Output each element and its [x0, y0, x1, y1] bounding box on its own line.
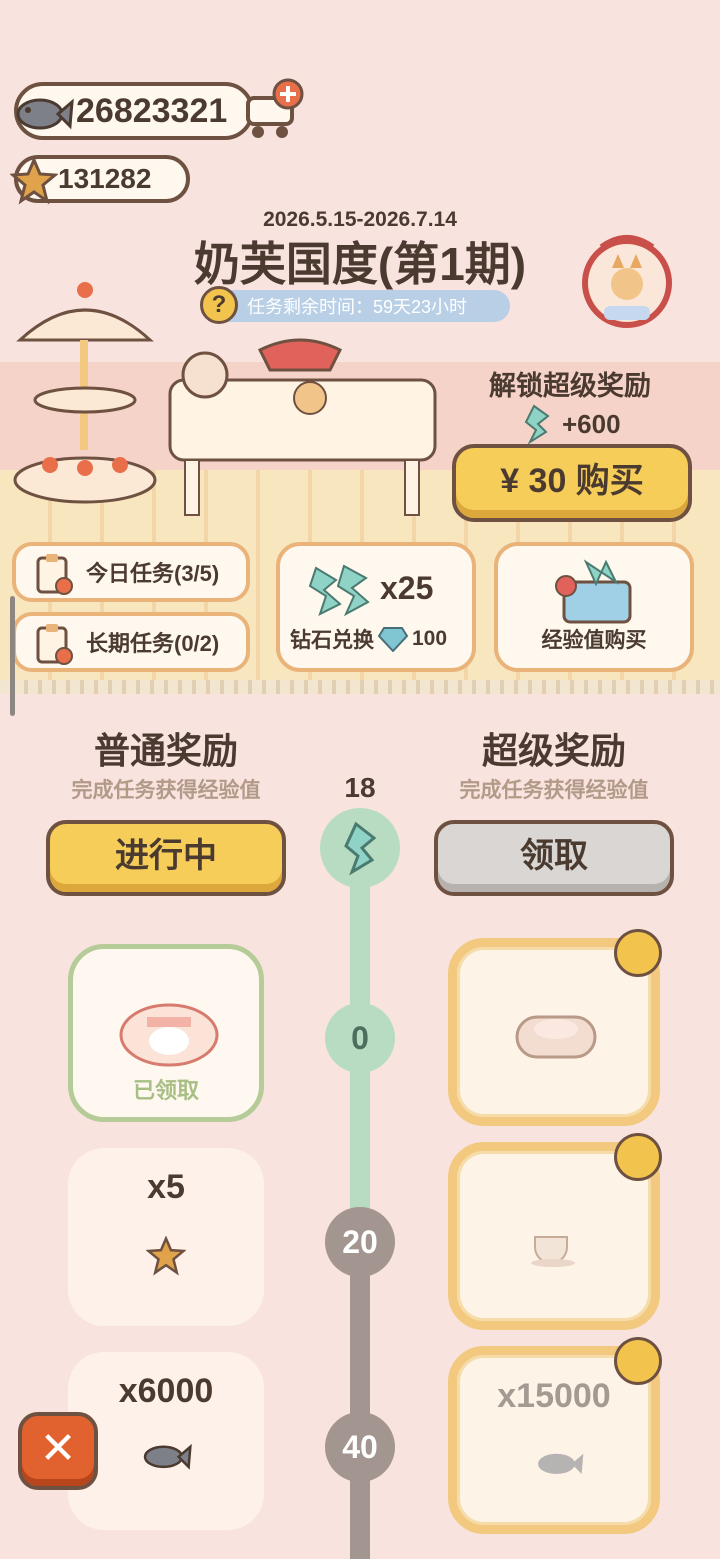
level-node: 20: [325, 1207, 395, 1277]
clipboard-icon: [36, 624, 73, 665]
cat-mascot-icon: [582, 235, 672, 328]
exp-purchase-label: 经验值购买: [541, 629, 647, 652]
star-currency-pill: 131282: [10, 155, 190, 205]
exp-purchase-card[interactable]: 经验值购买: [494, 542, 694, 672]
cat-bed-icon: [515, 1015, 597, 1059]
shop-cart-icon[interactable]: [242, 76, 306, 142]
long-tasks-label: 长期任务(0/2): [86, 631, 220, 656]
long-tasks-button[interactable]: 长期任务(0/2): [12, 612, 250, 672]
carousel-cake-decoration: [13, 282, 157, 504]
scroll-indicator[interactable]: [10, 596, 15, 716]
close-button[interactable]: ✕: [18, 1412, 98, 1490]
fish-amount: 26823321: [76, 91, 228, 130]
normal-rewards-subtitle: 完成任务获得经验值: [71, 779, 261, 802]
diamond-exchange-label: 钻石兑换: [290, 629, 374, 652]
super-rewards-title: 超级奖励: [481, 730, 626, 771]
rope-divider: [0, 680, 720, 694]
daily-tasks-label: 今日任务(3/5): [86, 561, 220, 586]
teacup-icon: [531, 1236, 575, 1267]
fish-icon: [143, 1443, 192, 1470]
progress-track-empty: [350, 1230, 370, 1559]
unlock-super-label: 解锁超级奖励: [489, 371, 651, 401]
exp-crystal-icon: [524, 404, 550, 444]
star-icon: [146, 1236, 186, 1276]
fish-icon: [538, 1453, 584, 1474]
diamond-exchange-card[interactable]: x25 钻石兑换 100: [276, 542, 476, 672]
tea-table-decoration: [168, 338, 437, 516]
unlock-exp-amount: +600: [520, 404, 670, 444]
lock-icon: [614, 1337, 662, 1385]
level-node: 0: [325, 1003, 395, 1073]
free-reward-card[interactable]: x5: [68, 1148, 264, 1326]
diamond-icon: [378, 627, 408, 652]
help-button[interactable]: ?: [200, 286, 238, 324]
star-amount: 131282: [58, 163, 152, 194]
level-node: 40: [325, 1412, 395, 1482]
normal-rewards-title: 普通奖励: [93, 730, 238, 771]
exp-crystal-icon: [308, 564, 370, 617]
current-level: 18: [344, 772, 376, 803]
lock-icon: [614, 929, 662, 977]
diamond-exchange-cost: 100: [412, 627, 448, 650]
cat-bed-icon: [119, 1003, 219, 1067]
task-timer: 任务剩余时间：59天23小时: [205, 290, 510, 322]
daily-tasks-button[interactable]: 今日任务(3/5): [12, 542, 250, 602]
lock-icon: [614, 1133, 662, 1181]
fish-currency-pill: 26823321: [14, 82, 254, 140]
reward-count: x15000: [497, 1377, 611, 1415]
super-rewards-subtitle: 完成任务获得经验值: [459, 779, 649, 802]
claimed-label: 已领取: [132, 1078, 199, 1103]
diamond-exchange-qty: x25: [380, 570, 434, 606]
level-crystal-node: [320, 808, 400, 888]
free-reward-card[interactable]: 已领取: [68, 944, 264, 1122]
clipboard-icon: [36, 554, 73, 595]
reward-count: x5: [147, 1168, 185, 1206]
claim-button[interactable]: 领取: [434, 820, 674, 896]
in-progress-button[interactable]: 进行中: [46, 820, 286, 896]
gift-crystal-icon: [555, 559, 632, 624]
unlock-amount-text: +600: [562, 408, 621, 439]
reward-count: x6000: [118, 1372, 214, 1410]
buy-super-button[interactable]: ¥ 30 购买: [452, 444, 692, 522]
fish-icon: [16, 98, 74, 130]
exp-crystal-icon: [344, 821, 377, 876]
star-icon: [10, 157, 58, 205]
